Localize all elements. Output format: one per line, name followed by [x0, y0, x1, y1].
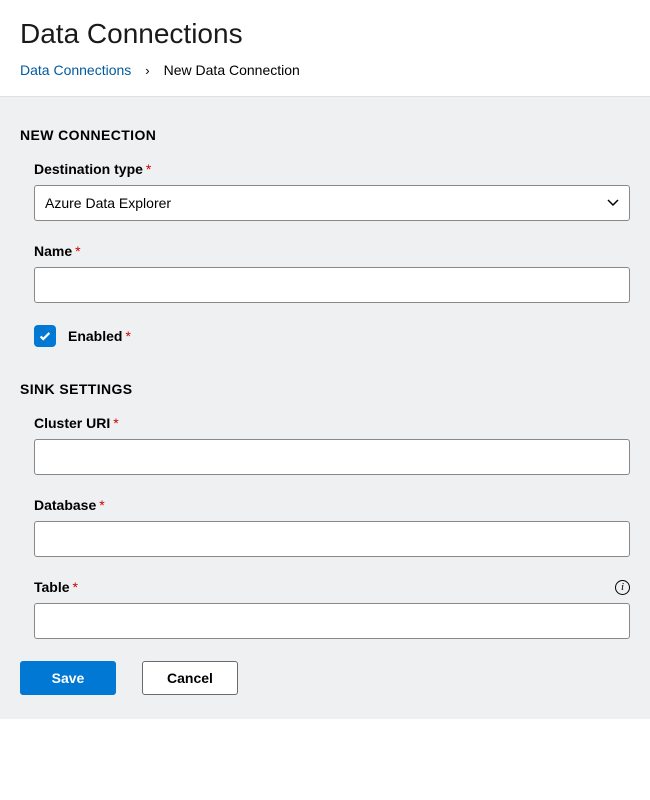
section-new-connection: NEW CONNECTION Destination type* Azure D…	[20, 127, 630, 347]
destination-type-label: Destination type*	[34, 161, 630, 177]
breadcrumb-current: New Data Connection	[164, 62, 300, 78]
save-button[interactable]: Save	[20, 661, 116, 695]
page-title: Data Connections	[20, 18, 630, 50]
database-label: Database*	[34, 497, 630, 513]
cancel-button[interactable]: Cancel	[142, 661, 238, 695]
cluster-uri-label: Cluster URI*	[34, 415, 630, 431]
section-title-sink-settings: SINK SETTINGS	[20, 381, 630, 397]
section-sink-settings: SINK SETTINGS Cluster URI* Database* Tab…	[20, 381, 630, 639]
cluster-uri-input[interactable]	[34, 439, 630, 475]
info-icon[interactable]: i	[615, 580, 630, 595]
breadcrumb: Data Connections › New Data Connection	[20, 62, 630, 78]
enabled-checkbox[interactable]	[34, 325, 56, 347]
check-icon	[38, 329, 52, 343]
destination-type-select[interactable]: Azure Data Explorer	[34, 185, 630, 221]
table-input[interactable]	[34, 603, 630, 639]
database-input[interactable]	[34, 521, 630, 557]
chevron-right-icon: ›	[145, 63, 149, 78]
table-label: Table* i	[34, 579, 630, 595]
enabled-label: Enabled*	[68, 328, 131, 344]
section-title-new-connection: NEW CONNECTION	[20, 127, 630, 143]
name-label: Name*	[34, 243, 630, 259]
breadcrumb-root-link[interactable]: Data Connections	[20, 62, 131, 78]
name-input[interactable]	[34, 267, 630, 303]
